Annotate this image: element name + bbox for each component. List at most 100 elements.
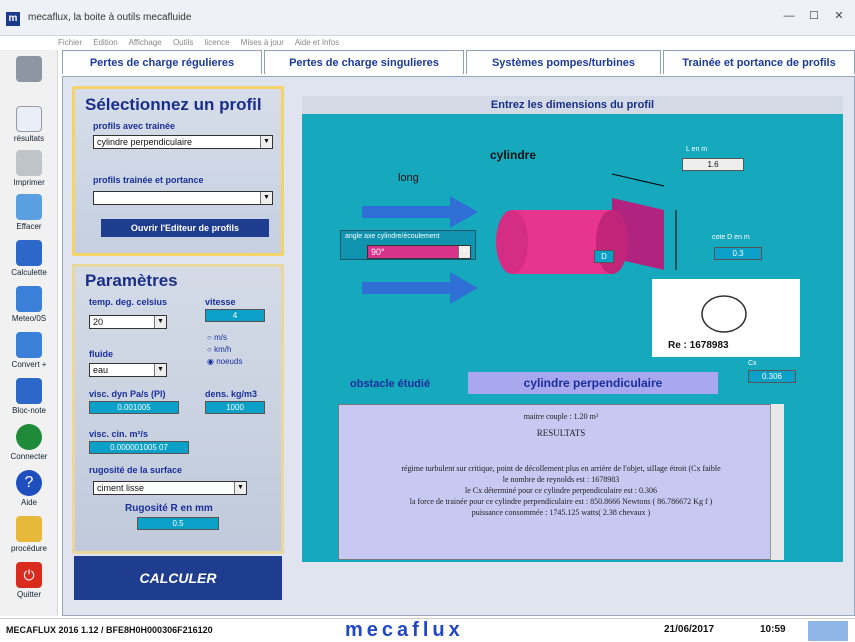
results-icon <box>16 106 42 132</box>
cx-input[interactable]: 0.306 <box>748 370 796 383</box>
tab-pertes-regulieres[interactable]: Pertes de charge régulieres <box>62 50 262 74</box>
sidebar-item-home[interactable] <box>0 56 58 84</box>
diameter-marker: D <box>594 250 614 263</box>
sidebar: résultats Imprimer Effacer Calculette Me… <box>0 50 58 616</box>
calculate-button[interactable]: CALCULER <box>74 556 282 600</box>
dynamic-viscosity-input[interactable]: 0.001005 <box>89 401 179 414</box>
sidebar-item-resultats[interactable]: résultats <box>0 106 58 143</box>
result-line: maitre couple : 1.20 m² <box>523 412 599 421</box>
diameter-label: cote D en m <box>712 234 750 241</box>
diameter-input[interactable]: 0.3 <box>714 247 762 260</box>
sidebar-item-calculette[interactable]: Calculette <box>0 240 58 277</box>
procedure-icon <box>16 516 42 542</box>
chevron-down-icon: ▼ <box>458 246 470 258</box>
fluid-label: fluide <box>89 349 113 359</box>
angle-select[interactable]: 90° ▼ <box>367 245 471 259</box>
temperature-select[interactable]: 20 ▼ <box>89 315 167 329</box>
cx-label: Cx <box>748 360 757 367</box>
sidebar-item-meteo[interactable]: Meteo/0S <box>0 286 58 323</box>
minimize-button[interactable]: — <box>778 8 800 24</box>
menu-affichage[interactable]: Affichage <box>129 38 162 47</box>
calculator-icon <box>16 240 42 266</box>
sidebar-item-effacer[interactable]: Effacer <box>0 194 58 231</box>
parameters-panel: Paramètres temp. deg. celsius 20 ▼ vitess… <box>72 264 284 554</box>
convert-icon <box>16 332 42 358</box>
menu-licence[interactable]: licence <box>205 38 230 47</box>
lift-profile-label: profils trainée et portance <box>93 175 204 185</box>
chevron-down-icon: ▼ <box>154 316 166 328</box>
results-box: maitre couple : 1.20 m² RESULTATS régime… <box>338 404 784 560</box>
menu-bar: Fichier Edition Affichage Outils licence… <box>58 38 558 50</box>
roughness-mm-input[interactable]: 0.5 <box>137 517 219 530</box>
chevron-down-icon: ▼ <box>260 136 272 148</box>
maximize-button[interactable]: ☐ <box>803 8 825 24</box>
temperature-label: temp. deg. celsius <box>89 297 168 307</box>
eraser-icon <box>16 194 42 220</box>
roughness-label: rugosité de la surface <box>89 465 183 475</box>
density-input[interactable]: 1000 <box>205 401 265 414</box>
length-label: L en m <box>686 146 708 153</box>
density-label: dens. kg/m3 <box>205 389 258 399</box>
status-time: 10:59 <box>760 624 786 635</box>
obstacle-value: cylindre perpendiculaire <box>468 372 718 394</box>
lift-profile-select[interactable]: ▼ <box>93 191 273 205</box>
chevron-down-icon: ▼ <box>154 364 166 376</box>
chevron-down-icon: ▼ <box>260 192 272 204</box>
roughness-select[interactable]: ciment lisse ▼ <box>93 481 247 495</box>
tab-pertes-singulieres[interactable]: Pertes de charge singulieres <box>264 50 464 74</box>
drag-profile-select[interactable]: cylindre perpendiculaire ▼ <box>93 135 273 149</box>
tab-trainee-portance[interactable]: Trainée et portance de profils <box>663 50 855 74</box>
unit-radio-noeuds[interactable]: ◉ noeuds <box>207 357 242 366</box>
close-button[interactable]: ✕ <box>828 8 850 24</box>
app-logo-icon: m <box>6 12 20 26</box>
keyboard-icon <box>808 621 848 641</box>
reynolds-label: Re : 1678983 <box>668 340 729 351</box>
sidebar-item-quitter[interactable]: ⏻ Quitter <box>0 562 58 599</box>
menu-outils[interactable]: Outils <box>173 38 193 47</box>
obstacle-label: obstacle étudié <box>350 378 431 390</box>
angle-label: angle axe cylindre/écoulement <box>345 233 440 240</box>
kinematic-viscosity-input[interactable]: 0.000001005 07 <box>89 441 189 454</box>
result-line: le nombre de reynolds est : 1678983 <box>502 475 620 484</box>
sidebar-item-imprimer[interactable]: Imprimer <box>0 150 58 187</box>
fluid-select[interactable]: eau ▼ <box>89 363 167 377</box>
home-icon <box>16 56 42 82</box>
sidebar-item-bloc-note[interactable]: Bloc-note <box>0 378 58 415</box>
sidebar-item-convert[interactable]: Convert + <box>0 332 58 369</box>
sidebar-item-connecter[interactable]: Connecter <box>0 424 58 461</box>
sidebar-item-procedure[interactable]: procédure <box>0 516 58 553</box>
profile-editor-button[interactable]: Ouvrir l'Editeur de profils <box>101 219 269 237</box>
menu-edition[interactable]: Edition <box>93 38 117 47</box>
unit-radio-ms[interactable]: ○ m/s <box>207 333 227 342</box>
status-date: 21/06/2017 <box>664 624 715 635</box>
menu-fichier[interactable]: Fichier <box>58 38 82 47</box>
result-line: régime turbulent sur critique, point de … <box>401 464 721 473</box>
length-input[interactable]: 1.6 <box>682 158 744 171</box>
result-line: puissance consommée : 1745.125 watts( 2.… <box>471 508 651 517</box>
window-title: mecaflux, la boite à outils mecafluide <box>28 12 192 23</box>
result-line: la force de trainée pour ce cylindre per… <box>409 497 713 506</box>
tab-systemes-pompes[interactable]: Systèmes pompes/turbines <box>466 50 661 74</box>
menu-mises-a-jour[interactable]: Mises à jour <box>241 38 284 47</box>
menu-aide[interactable]: Aide et Infos <box>295 38 339 47</box>
power-icon: ⏻ <box>16 562 42 588</box>
version-text: MECAFLUX 2016 1.12 / BFE8H0H000306F21612… <box>6 625 213 635</box>
results-heading: RESULTATS <box>536 428 586 438</box>
angle-box: angle axe cylindre/écoulement 90° ▼ <box>340 230 476 260</box>
speed-label: vitesse <box>205 297 236 307</box>
printer-icon <box>16 150 42 176</box>
globe-icon <box>16 424 42 450</box>
computer-icon <box>16 286 42 312</box>
cylinder-back <box>596 210 628 274</box>
dynamic-viscosity-label: visc. dyn Pa/s (Pl) <box>89 389 166 399</box>
sidebar-item-aide[interactable]: ? Aide <box>0 470 58 507</box>
speed-input[interactable]: 4 <box>205 309 265 322</box>
results-scrollbar[interactable] <box>770 404 784 560</box>
chevron-down-icon: ▼ <box>234 482 246 494</box>
flow-arrow-top-icon <box>362 196 478 228</box>
unit-radio-kmh[interactable]: ○ km/h <box>207 345 231 354</box>
help-icon: ? <box>16 470 42 496</box>
kinematic-viscosity-label: visc. cin. m²/s <box>89 429 149 439</box>
result-line: le Cx déterminé pour ce cylindre perpend… <box>465 486 657 495</box>
mecaflux-logo: mecaflux <box>345 619 464 641</box>
